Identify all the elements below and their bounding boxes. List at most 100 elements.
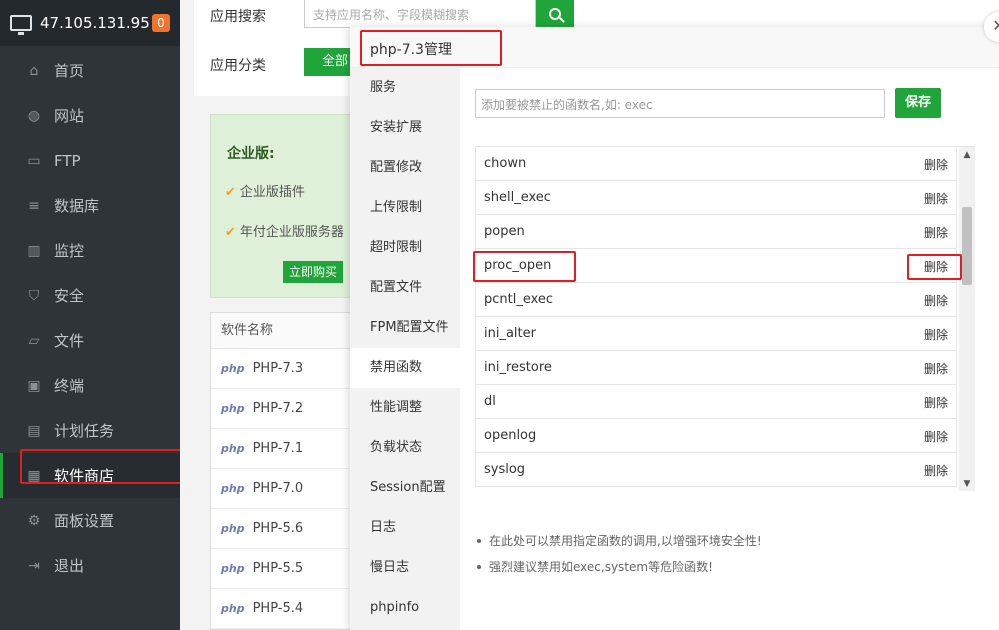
tab-8[interactable]: 性能调整 (350, 388, 460, 428)
modal-header: php-7.3管理 (350, 27, 999, 68)
tab-9[interactable]: 负载状态 (350, 428, 460, 468)
software-name: PHP-7.3 (252, 361, 304, 376)
category-label: 应用分类 (210, 58, 266, 74)
list-item: popen 删除 (475, 215, 957, 249)
sidebar-item-label: 首页 (54, 62, 85, 80)
search-label: 应用搜索 (210, 9, 266, 25)
delete-button[interactable]: 删除 (924, 224, 948, 241)
check-icon: ✔ (225, 225, 236, 240)
scrollbar-thumb[interactable] (962, 207, 972, 285)
function-name: popen (484, 224, 525, 239)
sidebar-item-2[interactable]: ▭ FTP (0, 138, 180, 183)
sidebar-item-0[interactable]: ⌂ 首页 (0, 48, 180, 93)
app-search-input[interactable]: 支持应用名称、字段模糊搜索 (304, 0, 536, 28)
tab-2[interactable]: 配置修改 (350, 148, 460, 188)
scroll-up-icon[interactable]: ▲ (959, 147, 975, 163)
highlight-box-proc-open (473, 251, 576, 282)
save-button[interactable]: 保存 (895, 88, 941, 118)
sidebar-item-label: 网站 (54, 107, 85, 125)
monitor-icon (10, 15, 32, 35)
function-name: dl (484, 394, 496, 409)
delete-button[interactable]: 删除 (924, 462, 948, 479)
tab-12[interactable]: 慢日志 (350, 548, 460, 588)
database-icon: ≡ (28, 197, 40, 214)
calendar-icon: ▤ (27, 422, 41, 439)
software-name: PHP-5.6 (252, 521, 304, 536)
sidebar-item-11[interactable]: ⇥ 退出 (0, 543, 180, 588)
tab-13[interactable]: phpinfo (350, 588, 460, 628)
list-item: chown 删除 (475, 147, 957, 181)
sidebar-item-label: 文件 (54, 332, 85, 350)
function-name: pcntl_exec (484, 292, 554, 307)
server-ip: 47.105.131.95 (40, 14, 150, 32)
sidebar-item-4[interactable]: ▥ 监控 (0, 228, 180, 273)
function-name: ini_alter (484, 326, 536, 341)
enterprise-item-1: ✔ 企业版插件 (225, 185, 305, 200)
server-info: 47.105.131.95 0 (0, 0, 180, 46)
scrollbar[interactable]: ▲ ▼ (959, 147, 975, 491)
sidebar: 47.105.131.95 0 ⌂ 首页 ◍ 网站 ▭ FTP ≡ 数据库 ▥ 监控 ⛉ 安全 ▱ 文件 ▣… (0, 0, 182, 630)
search-button[interactable] (536, 0, 574, 28)
ftp-icon: ▭ (27, 152, 41, 169)
tips-list: 在此处可以禁用指定函数的调用,以增强环境安全性! 强烈建议禁用如exec,syst… (475, 528, 762, 580)
sidebar-item-label: 退出 (54, 557, 85, 575)
sidebar-item-6[interactable]: ▱ 文件 (0, 318, 180, 363)
sidebar-item-label: 终端 (54, 377, 85, 395)
delete-button[interactable]: 删除 (924, 428, 948, 445)
monitor-chart-icon: ▥ (27, 242, 41, 259)
tab-11[interactable]: 日志 (350, 508, 460, 548)
sidebar-item-label: 安全 (54, 287, 85, 305)
scroll-down-icon[interactable]: ▼ (959, 476, 975, 491)
sidebar-item-1[interactable]: ◍ 网站 (0, 93, 180, 138)
function-name-input[interactable]: 添加要被禁止的函数名,如: exec (475, 89, 885, 118)
tip-item: 在此处可以禁用指定函数的调用,以增强环境安全性! (475, 528, 762, 554)
function-name: chown (484, 156, 527, 171)
sidebar-item-label: 数据库 (54, 197, 100, 215)
tab-0[interactable]: 服务 (350, 68, 460, 108)
search-icon (549, 8, 561, 20)
delete-button[interactable]: 删除 (924, 360, 948, 377)
buy-now-button[interactable]: 立即购买 (283, 261, 343, 283)
tab-6[interactable]: FPM配置文件 (350, 308, 460, 348)
sidebar-item-5[interactable]: ⛉ 安全 (0, 273, 180, 318)
php-logo-icon: php (221, 602, 245, 615)
delete-button[interactable]: 删除 (924, 394, 948, 411)
list-item: syslog 删除 (475, 453, 957, 487)
sidebar-item-label: FTP (54, 151, 81, 170)
sidebar-item-10[interactable]: ⚙ 面板设置 (0, 498, 180, 543)
php-logo-icon: php (221, 442, 245, 455)
function-name: ini_restore (484, 360, 552, 375)
tab-7[interactable]: 禁用函数 (350, 348, 460, 388)
tip-item: 强烈建议禁用如exec,system等危险函数! (475, 554, 762, 580)
folder-icon: ▱ (28, 332, 40, 349)
tab-10[interactable]: Session配置 (350, 468, 460, 508)
list-item: ini_alter 删除 (475, 317, 957, 351)
tab-4[interactable]: 超时限制 (350, 228, 460, 268)
software-name: PHP-5.4 (252, 601, 304, 616)
terminal-icon: ▣ (27, 377, 41, 394)
php-logo-icon: php (221, 362, 245, 375)
delete-button[interactable]: 删除 (924, 326, 948, 343)
check-icon: ✔ (225, 185, 236, 200)
highlight-box-delete (907, 254, 962, 280)
tab-1[interactable]: 安装扩展 (350, 108, 460, 148)
list-item: pcntl_exec 删除 (475, 283, 957, 317)
home-icon: ⌂ (29, 62, 39, 79)
enterprise-item-2: ✔ 年付企业版服务器 (225, 225, 344, 240)
sidebar-item-label: 计划任务 (54, 422, 115, 440)
tab-3[interactable]: 上传限制 (350, 188, 460, 228)
globe-icon: ◍ (27, 107, 41, 124)
sidebar-item-8[interactable]: ▤ 计划任务 (0, 408, 180, 453)
delete-button[interactable]: 删除 (924, 292, 948, 309)
delete-button[interactable]: 删除 (924, 190, 948, 207)
software-name: PHP-5.5 (252, 561, 304, 576)
software-name: PHP-7.1 (252, 441, 304, 456)
tab-5[interactable]: 配置文件 (350, 268, 460, 308)
sidebar-item-7[interactable]: ▣ 终端 (0, 363, 180, 408)
sidebar-item-3[interactable]: ≡ 数据库 (0, 183, 180, 228)
software-name: PHP-7.2 (252, 401, 304, 416)
delete-button[interactable]: 删除 (924, 156, 948, 173)
notification-badge[interactable]: 0 (152, 14, 170, 32)
function-list: chown 删除 shell_exec 删除 popen 删除 proc_open 删除 pcn… (475, 146, 975, 491)
list-item: shell_exec 删除 (475, 181, 957, 215)
